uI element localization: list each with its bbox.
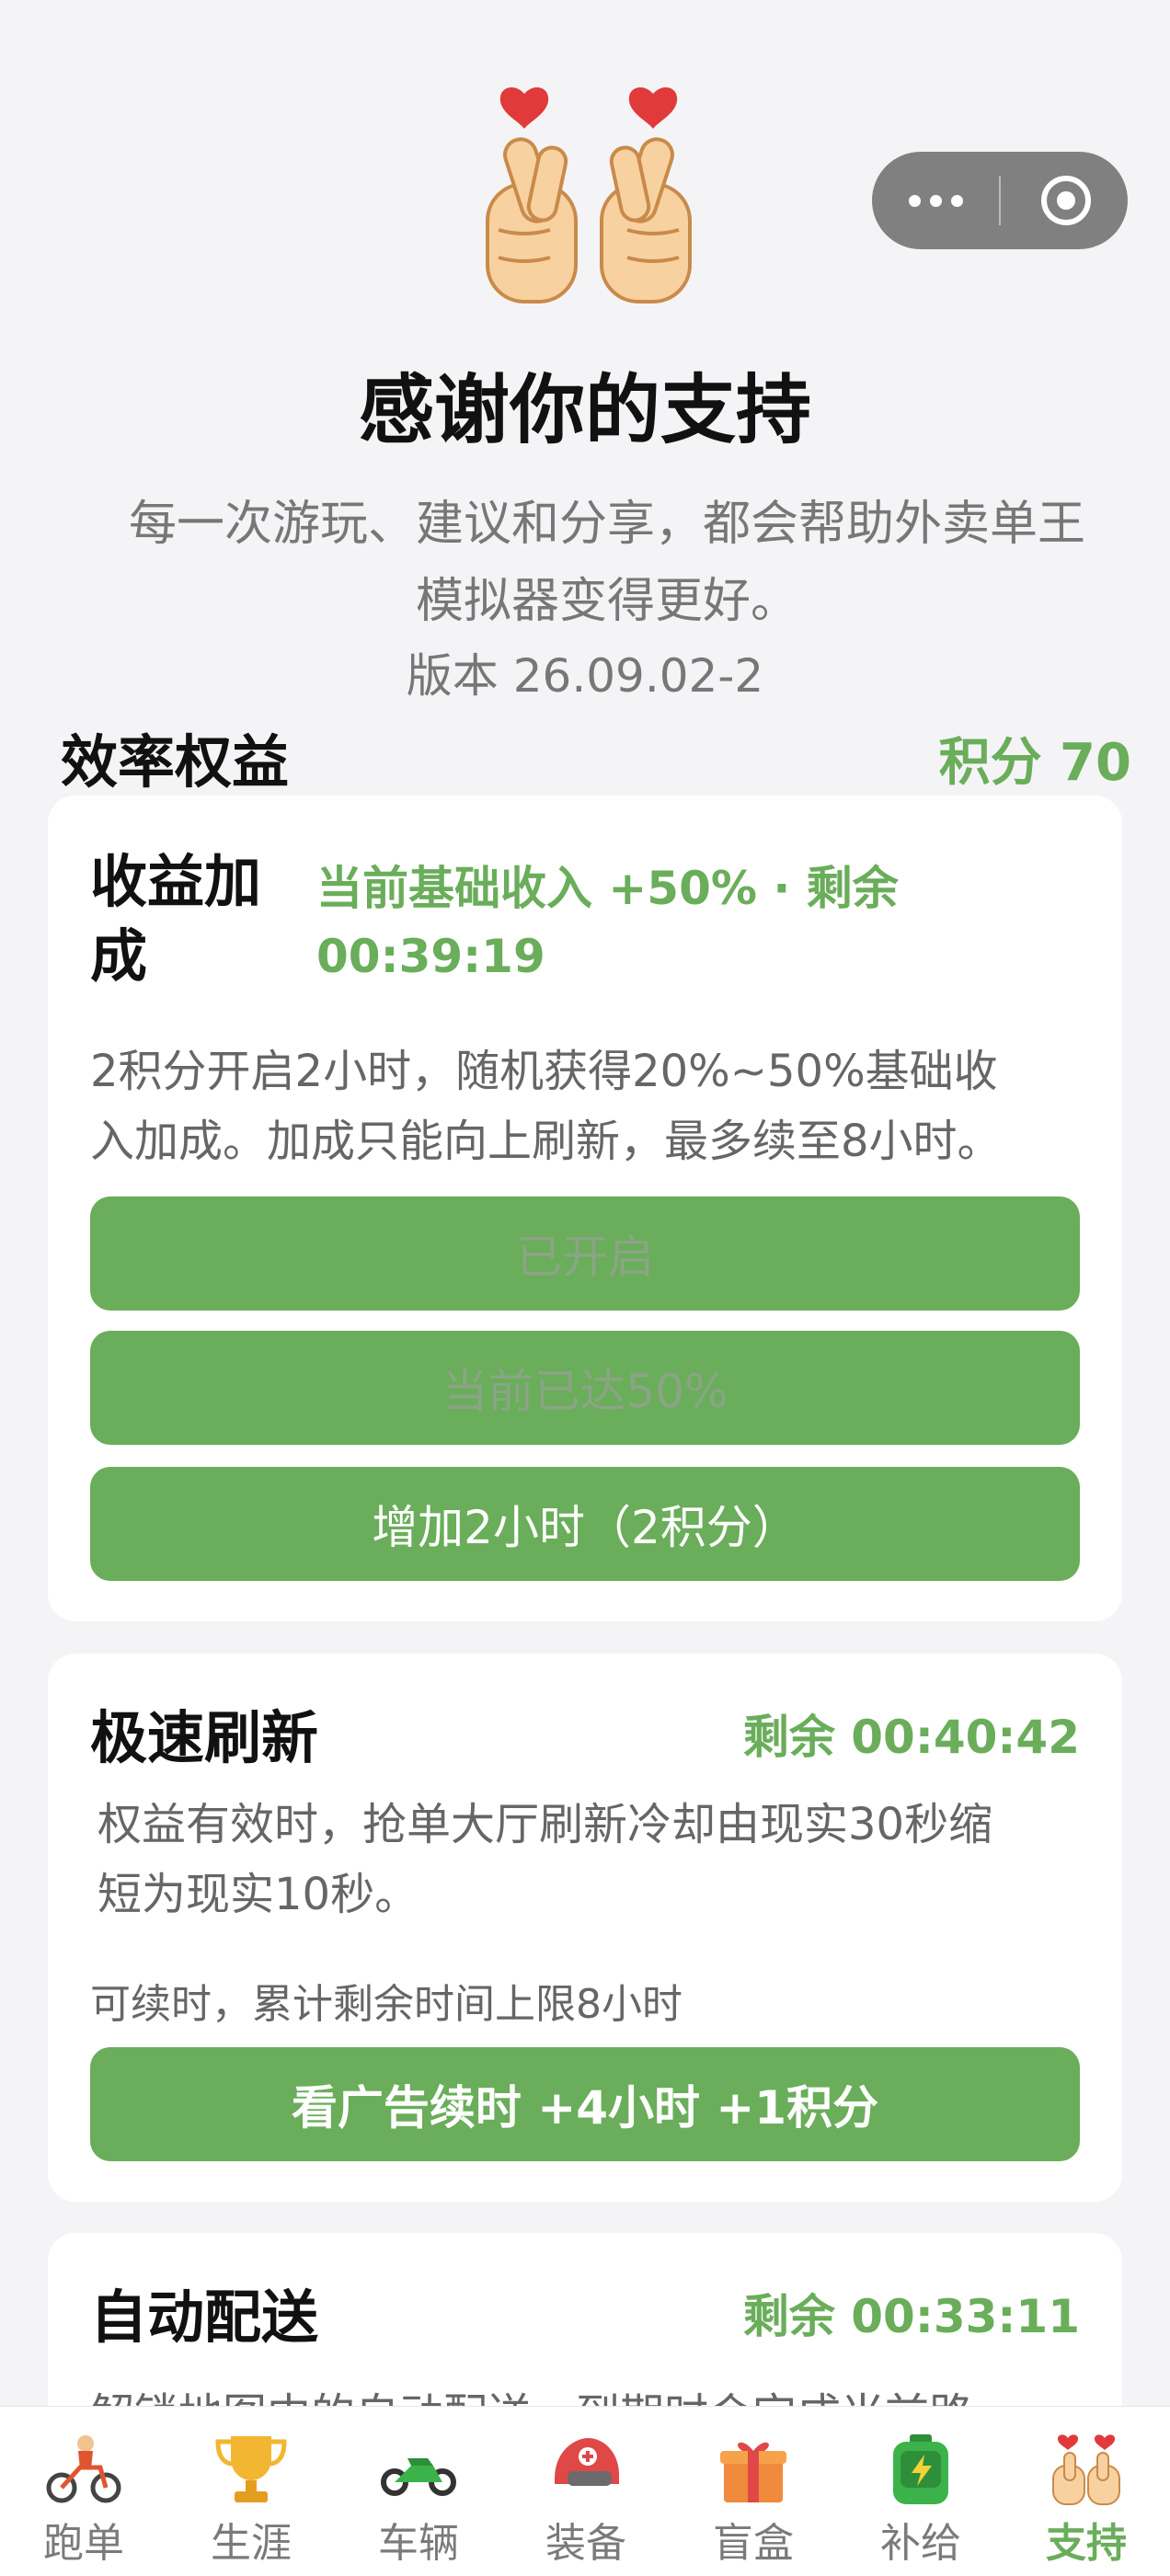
card-desc-line-2: 入加成。加成只能向上刷新，最多续至8小时。	[90, 1116, 1002, 1167]
card-desc-line-1: 权益有效时，抢单大厅刷新冷却由现实30秒缩	[98, 1799, 993, 1850]
tab-label: 生涯	[211, 2520, 292, 2567]
gift-box-icon	[720, 2442, 786, 2502]
max-reached-button[interactable]: 当前已达50%	[90, 1331, 1080, 1445]
tab-label: 车辆	[378, 2520, 459, 2567]
tab-career[interactable]: 生涯	[167, 2407, 335, 2576]
card-title-line-1: 收益加	[90, 848, 262, 915]
tab-equipment[interactable]: 装备	[502, 2407, 670, 2576]
subtitle-line-2: 模拟器变得更好。	[415, 574, 798, 629]
card-status: 剩余 00:40:42	[742, 1711, 1080, 1764]
tab-label: 装备	[545, 2520, 626, 2567]
card-status-line-2: 00:39:19	[316, 930, 545, 983]
tab-blind-box[interactable]: 盲盒	[670, 2407, 837, 2576]
tab-supply[interactable]: 补给	[837, 2407, 1004, 2576]
more-dots-icon[interactable]	[872, 152, 999, 249]
finger-heart-icon	[1052, 2434, 1120, 2505]
subtitle-line-1: 每一次游玩、建议和分享，都会帮助外卖单王	[128, 497, 1085, 552]
fast-refresh-card: 极速刷新 剩余 00:40:42 权益有效时，抢单大厅刷新冷却由现实30秒缩 短…	[48, 1654, 1122, 2202]
tab-label: 补给	[880, 2520, 961, 2567]
tab-run-orders[interactable]: 跑单	[0, 2407, 167, 2576]
bottom-tab-bar: 跑单 生涯 车辆 装备 盲盒 补给 支持	[0, 2406, 1170, 2576]
card-desc-line-1: 2积分开启2小时，随机获得20%~50%基础收	[90, 1046, 998, 1097]
finger-heart-hero-icon	[486, 87, 692, 303]
rider-icon	[46, 2435, 121, 2503]
trophy-icon	[215, 2436, 287, 2502]
card-status: 剩余 00:33:11	[742, 2290, 1080, 2343]
points-balance: 积分 70	[938, 733, 1131, 793]
helmet-icon	[555, 2438, 619, 2486]
card-note: 可续时，累计剩余时间上限8小时	[90, 1981, 682, 2028]
card-description: 2积分开启2小时，随机获得20%~50%基础收 入加成。加成只能向上刷新，最多续…	[90, 1036, 1002, 1176]
section-title: 效率权益	[61, 728, 290, 796]
income-boost-card: 收益加 成 当前基础收入 +50% · 剩余 00:39:19 2积分开启2小时…	[48, 796, 1122, 1621]
add-time-button[interactable]: 增加2小时（2积分）	[90, 1467, 1080, 1581]
version-label: 版本 26.09.02-2	[406, 649, 764, 703]
motorcycle-icon	[381, 2458, 456, 2496]
mini-program-capsule	[872, 152, 1128, 249]
card-title: 极速刷新	[90, 1704, 319, 1771]
card-description: 权益有效时，抢单大厅刷新冷却由现实30秒缩 短为现实10秒。	[98, 1790, 992, 1929]
card-title: 自动配送	[90, 2284, 319, 2351]
card-status-line-1: 当前基础收入 +50% · 剩余	[316, 862, 899, 915]
tab-label: 跑单	[43, 2520, 124, 2567]
card-title-line-2: 成	[90, 922, 148, 990]
enabled-button[interactable]: 已开启	[90, 1196, 1080, 1311]
target-circle-icon[interactable]	[1039, 174, 1093, 227]
card-title: 收益加 成	[90, 845, 261, 993]
capsule-divider	[999, 176, 1001, 225]
battery-bag-icon	[893, 2434, 948, 2504]
page-subtitle: 每一次游玩、建议和分享，都会帮助外卖单王 模拟器变得更好。	[74, 486, 1141, 640]
tab-label: 支持	[1046, 2520, 1127, 2567]
tab-support[interactable]: 支持	[1003, 2407, 1170, 2576]
watch-ad-extend-button[interactable]: 看广告续时 +4小时 +1积分	[90, 2047, 1080, 2161]
card-desc-line-2: 短为现实10秒。	[98, 1869, 419, 1920]
tab-vehicles[interactable]: 车辆	[335, 2407, 502, 2576]
page-title: 感谢你的支持	[358, 367, 811, 454]
tab-label: 盲盒	[713, 2520, 794, 2567]
card-status: 当前基础收入 +50% · 剩余 00:39:19	[316, 854, 899, 990]
